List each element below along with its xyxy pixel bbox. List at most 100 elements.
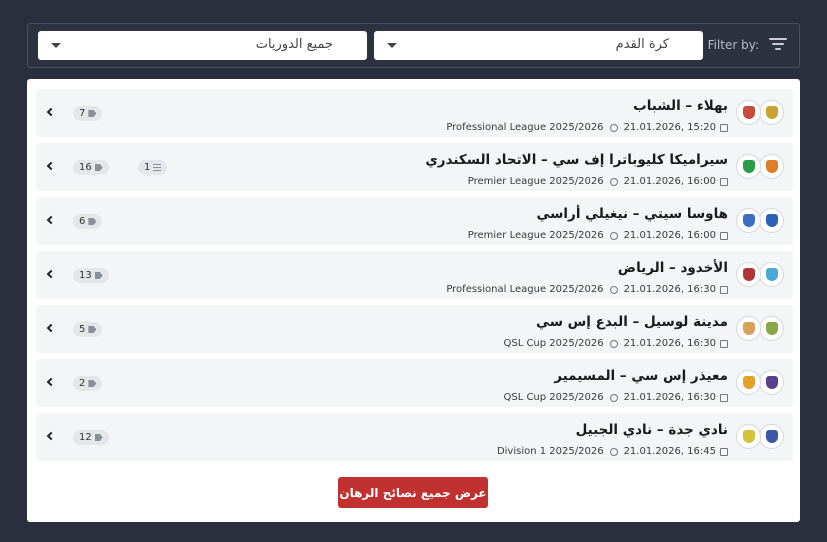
chevron-down-icon [387,43,397,48]
match-title[interactable]: بهلاء – الشباب [633,98,728,114]
tag-icon [88,380,97,387]
globe-icon [609,339,618,348]
away-team-logo [736,424,761,449]
chevron-down-icon [51,43,61,48]
match-title[interactable]: الأخدود – الرياض [618,260,728,276]
league-name: Division 1 2025/2026 [496,446,604,457]
match-meta: Professional League 2025/2026 21.01.2026,… [446,122,728,133]
match-row[interactable]: مدينة لوسيل – البدع إس سي QSL Cup 2025/20… [36,305,793,353]
globe-icon [609,393,618,402]
calendar-icon [720,447,728,456]
tips-count: 2 [79,378,86,389]
globe-icon [609,447,618,456]
match-meta: Premier League 2025/2026 21.01.2026, 16:0… [468,176,728,187]
match-row[interactable]: الأخدود – الرياض Professional League 2025… [36,251,793,299]
tag-icon [94,272,103,279]
tag-icon [94,164,103,171]
matches-panel: عرض جميع نصائح الرهان بهلاء – الشباب Prof… [27,79,800,522]
home-team-logo [759,208,784,233]
match-date: 21.01.2026, 16:30 [623,284,716,295]
calendar-icon [720,285,728,294]
match-date: 21.01.2026, 16:45 [623,446,716,457]
tips-count: 6 [79,216,86,227]
tips-count: 13 [79,270,92,281]
match-date: 21.01.2026, 16:00 [623,230,716,241]
league-select[interactable]: جميع الدوريات [38,31,367,60]
tips-count-badge: 12 [73,430,109,445]
home-team-logo [759,370,784,395]
show-all-tips-button[interactable]: عرض جميع نصائح الرهان [338,477,488,508]
tips-count-badge: 5 [73,322,103,337]
match-meta: QSL Cup 2025/2026 21.01.2026, 16:30 [503,392,728,403]
chevron-left-icon[interactable] [46,269,56,279]
chevron-left-icon[interactable] [46,107,56,117]
home-team-logo [759,316,784,341]
home-team-logo [759,262,784,287]
match-title[interactable]: هاوسا سيتي – نيغيلي أراسي [536,206,728,222]
tag-icon [88,110,97,117]
match-row[interactable]: معيذر إس سي – المسيمير QSL Cup 2025/2026 2… [36,359,793,407]
globe-icon [609,177,618,186]
match-title[interactable]: معيذر إس سي – المسيمير [554,368,728,384]
globe-icon [609,285,618,294]
match-row[interactable]: بهلاء – الشباب Professional League 2025/2… [36,89,793,137]
tips-count: 12 [79,432,92,443]
league-name: Professional League 2025/2026 [446,122,604,133]
calendar-icon [720,231,728,240]
globe-icon [609,231,618,240]
globe-icon [609,123,618,132]
tips-count: 5 [79,324,86,335]
league-name: QSL Cup 2025/2026 [503,338,604,349]
home-team-logo [759,154,784,179]
away-team-logo [736,100,761,125]
league-name: QSL Cup 2025/2026 [503,392,604,403]
home-team-logo [759,424,784,449]
tips-count-badge: 6 [73,214,103,229]
home-team-logo [759,100,784,125]
tips-count: 7 [79,108,86,119]
away-team-logo [736,370,761,395]
chevron-left-icon[interactable] [46,323,56,333]
match-row[interactable]: سيراميكا كليوباترا إف سي – الاتحاد السكن… [36,143,793,191]
articles-count-badge: 1 [138,160,168,175]
match-date: 21.01.2026, 16:30 [623,338,716,349]
match-title[interactable]: مدينة لوسيل – البدع إس سي [536,314,728,330]
match-meta: Professional League 2025/2026 21.01.2026,… [446,284,728,295]
filter-icon [769,38,787,52]
articles-count: 1 [144,162,151,173]
tips-count-badge: 16 [73,160,109,175]
tips-count-badge: 13 [73,268,109,283]
tips-count-badge: 7 [73,106,103,121]
match-row[interactable]: نادي جدة – نادي الجبيل Division 1 2025/20… [36,413,793,461]
tag-icon [94,434,103,441]
calendar-icon [720,393,728,402]
chevron-left-icon[interactable] [46,215,56,225]
filter-label: Filter by: [707,38,759,52]
chevron-left-icon[interactable] [46,377,56,387]
away-team-logo [736,208,761,233]
calendar-icon [720,123,728,132]
match-meta: Premier League 2025/2026 21.01.2026, 16:0… [468,230,728,241]
tag-icon [88,326,97,333]
chevron-left-icon[interactable] [46,161,56,171]
match-meta: Division 1 2025/2026 21.01.2026, 16:45 [497,446,728,457]
match-date: 21.01.2026, 16:30 [623,392,716,403]
match-date: 21.01.2026, 15:20 [623,122,716,133]
away-team-logo [736,262,761,287]
match-meta: QSL Cup 2025/2026 21.01.2026, 16:30 [503,338,728,349]
calendar-icon [720,177,728,186]
sport-select[interactable]: كرة القدم [374,31,703,60]
away-team-logo [736,316,761,341]
match-title[interactable]: سيراميكا كليوباترا إف سي – الاتحاد السكن… [425,152,728,168]
tips-count-badge: 2 [73,376,103,391]
league-name: Premier League 2025/2026 [467,230,604,241]
chevron-left-icon[interactable] [46,431,56,441]
match-title[interactable]: نادي جدة – نادي الجبيل [576,422,728,438]
tips-count: 16 [79,162,92,173]
match-date: 21.01.2026, 16:00 [623,176,716,187]
tag-icon [88,218,97,225]
article-icon [153,164,162,171]
league-name: Professional League 2025/2026 [446,284,604,295]
calendar-icon [720,339,728,348]
match-row[interactable]: هاوسا سيتي – نيغيلي أراسي Premier League … [36,197,793,245]
